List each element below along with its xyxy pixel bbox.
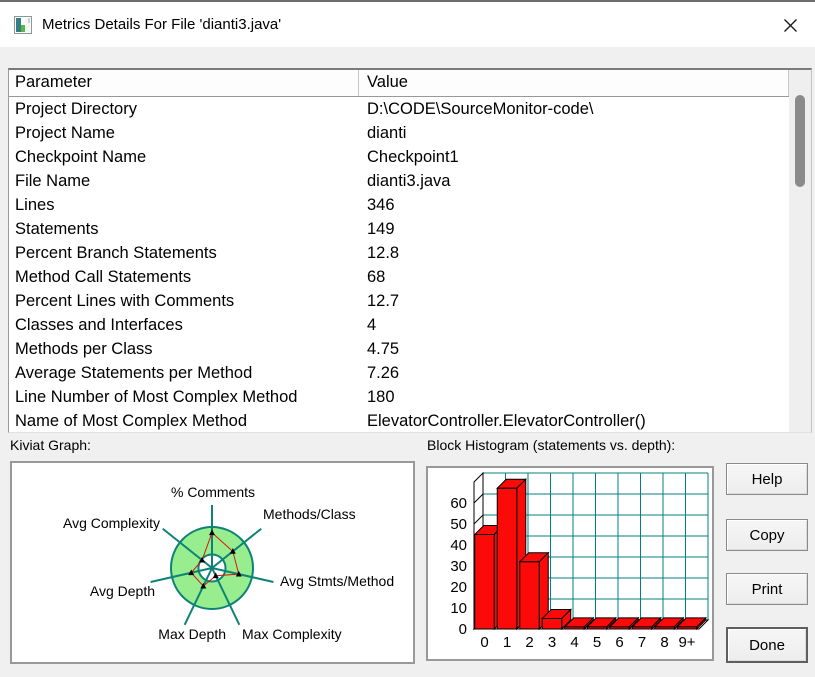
block-histogram-label: Block Histogram (statements vs. depth): bbox=[427, 437, 676, 453]
param-cell: Project Directory bbox=[15, 100, 137, 118]
value-cell: 7.26 bbox=[367, 364, 400, 382]
x-axis-tick-label: 6 bbox=[615, 634, 623, 651]
param-cell: Lines bbox=[15, 196, 55, 214]
param-cell: Percent Lines with Comments bbox=[15, 292, 235, 310]
table-row: Project Name dianti bbox=[9, 121, 811, 145]
value-cell: 346 bbox=[367, 196, 395, 214]
histogram-bar bbox=[496, 487, 518, 630]
table-row: Name of Most Complex Method ElevatorContr… bbox=[9, 409, 811, 432]
value-cell: 180 bbox=[367, 388, 395, 406]
y-axis-tick-label: 30 bbox=[450, 558, 467, 575]
value-cell: 12.7 bbox=[367, 292, 400, 310]
histogram-bar bbox=[474, 534, 495, 630]
done-button[interactable]: Done bbox=[726, 627, 808, 663]
table-row: Statements 149 bbox=[9, 217, 811, 241]
scrollbar-thumb[interactable] bbox=[795, 95, 805, 187]
histogram-bar bbox=[586, 626, 608, 630]
table-row: Lines 346 bbox=[9, 193, 811, 217]
x-axis-tick-label: 3 bbox=[548, 634, 556, 651]
kiviat-chart: % Comments Methods/Class Avg Stmts/Method M… bbox=[63, 484, 394, 642]
metrics-details-dialog: Metrics Details For File 'dianti3.java' … bbox=[0, 0, 815, 677]
close-button[interactable] bbox=[773, 9, 807, 41]
histogram-bar bbox=[564, 626, 585, 630]
value-cell: D:\CODE\SourceMonitor-code\ bbox=[367, 100, 594, 118]
param-cell: Statements bbox=[15, 220, 99, 238]
x-axis-tick-label: 7 bbox=[638, 634, 646, 651]
metrics-table: Parameter Value Project Directory D:\CODE… bbox=[8, 68, 812, 433]
kiviat-axis-label: Methods/Class bbox=[263, 506, 356, 522]
table-row: Classes and Interfaces 4 bbox=[9, 313, 811, 337]
table-row: Checkpoint Name Checkpoint1 bbox=[9, 145, 811, 169]
kiviat-axis-label: Avg Depth bbox=[90, 583, 155, 599]
kiviat-axis-label: % Comments bbox=[171, 484, 255, 500]
table-row: File Name dianti3.java bbox=[9, 169, 811, 193]
y-axis-tick-label: 60 bbox=[450, 495, 467, 512]
column-header-value[interactable]: Value bbox=[359, 70, 789, 96]
table-header: Parameter Value bbox=[9, 70, 811, 97]
kiviat-graph-panel: % Comments Methods/Class Avg Stmts/Method M… bbox=[10, 461, 415, 664]
vertical-scrollbar[interactable] bbox=[789, 70, 811, 432]
value-cell: 4 bbox=[367, 316, 377, 334]
x-axis-tick-label: 2 bbox=[525, 634, 533, 651]
value-cell: ElevatorController.ElevatorController() bbox=[367, 412, 646, 430]
x-axis-tick-label: 5 bbox=[593, 634, 601, 651]
kiviat-graph-label: Kiviat Graph: bbox=[10, 437, 91, 453]
value-cell: dianti bbox=[367, 124, 407, 142]
column-header-parameter[interactable]: Parameter bbox=[9, 70, 359, 96]
param-cell: Project Name bbox=[15, 124, 115, 142]
param-cell: Percent Branch Statements bbox=[15, 244, 217, 262]
kiviat-axis-label: Max Depth bbox=[158, 626, 226, 642]
x-axis-tick-label: 9+ bbox=[678, 634, 695, 651]
title-bar[interactable]: Metrics Details For File 'dianti3.java' bbox=[0, 2, 815, 47]
x-axis-tick-label: 0 bbox=[480, 634, 488, 651]
close-icon bbox=[783, 18, 797, 32]
x-axis-tick-label: 1 bbox=[503, 634, 511, 651]
param-cell: Line Number of Most Complex Method bbox=[15, 388, 298, 406]
value-cell: Checkpoint1 bbox=[367, 148, 459, 166]
table-body: Project Directory D:\CODE\SourceMonitor-c… bbox=[9, 97, 811, 432]
copy-button[interactable]: Copy bbox=[726, 519, 808, 551]
histogram-bar bbox=[609, 626, 630, 630]
x-axis-tick-label: 8 bbox=[660, 634, 668, 651]
param-cell: Checkpoint Name bbox=[15, 148, 147, 166]
param-cell: Method Call Statements bbox=[15, 268, 192, 286]
table-row: Project Directory D:\CODE\SourceMonitor-c… bbox=[9, 97, 811, 121]
table-row: Line Number of Most Complex Method 180 bbox=[9, 385, 811, 409]
y-axis-tick-label: 0 bbox=[459, 621, 467, 638]
histogram-bar bbox=[654, 626, 675, 630]
kiviat-axis-label: Avg Complexity bbox=[63, 515, 160, 531]
histogram-bar bbox=[519, 561, 540, 630]
param-cell: Methods per Class bbox=[15, 340, 153, 358]
app-icon bbox=[14, 15, 32, 34]
param-cell: File Name bbox=[15, 172, 91, 190]
print-button[interactable]: Print bbox=[726, 573, 808, 605]
y-axis-tick-label: 40 bbox=[450, 537, 467, 554]
value-cell: 4.75 bbox=[367, 340, 400, 358]
histogram-bar bbox=[631, 626, 653, 630]
value-cell: 12.8 bbox=[367, 244, 400, 262]
histogram-bar bbox=[676, 626, 698, 630]
table-row: Percent Lines with Comments 12.7 bbox=[9, 289, 811, 313]
table-row: Average Statements per Method 7.26 bbox=[9, 361, 811, 385]
param-cell: Name of Most Complex Method bbox=[15, 412, 248, 430]
table-row: Methods per Class 4.75 bbox=[9, 337, 811, 361]
y-axis-tick-label: 50 bbox=[450, 516, 467, 533]
block-histogram-panel: 0 10 20 30 40 50 60 0 1 2 3 4 5 6 7 8 9+ bbox=[426, 466, 714, 661]
y-axis-tick-label: 10 bbox=[450, 600, 467, 617]
table-row: Percent Branch Statements 12.8 bbox=[9, 241, 811, 265]
param-cell: Classes and Interfaces bbox=[15, 316, 183, 334]
histogram-bar bbox=[541, 618, 563, 630]
value-cell: dianti3.java bbox=[367, 172, 451, 190]
table-row: Method Call Statements 68 bbox=[9, 265, 811, 289]
histogram-chart: 01020304050600 1 2 3 4 5 6 7 8 9+ bbox=[450, 471, 710, 651]
x-axis-tick-label: 4 bbox=[570, 634, 578, 651]
kiviat-axis-label: Avg Stmts/Method bbox=[280, 573, 394, 589]
param-cell: Average Statements per Method bbox=[15, 364, 253, 382]
y-axis-tick-label: 20 bbox=[450, 579, 467, 596]
value-cell: 68 bbox=[367, 268, 386, 286]
window-title: Metrics Details For File 'dianti3.java' bbox=[42, 16, 282, 33]
kiviat-axis-label: Max Complexity bbox=[242, 626, 342, 642]
help-button[interactable]: Help bbox=[726, 463, 808, 495]
value-cell: 149 bbox=[367, 220, 395, 238]
